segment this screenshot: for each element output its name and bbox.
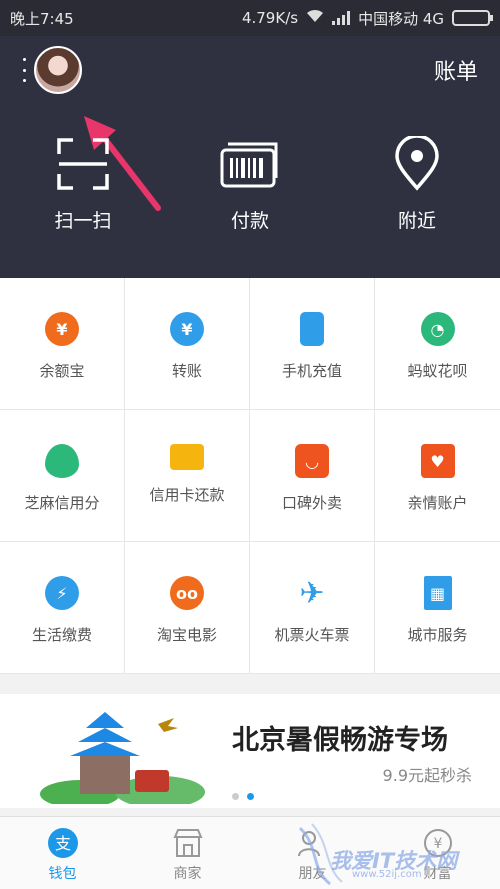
- location-pin-icon: [395, 136, 439, 191]
- airplane-icon: ✈: [299, 575, 325, 611]
- scan-button[interactable]: 扫一扫: [18, 136, 148, 233]
- utility-drop-icon: ⚡: [45, 576, 79, 610]
- grid-item-movie[interactable]: oo 淘宝电影: [125, 542, 250, 674]
- avatar[interactable]: [34, 46, 82, 94]
- city-building-icon: ▦: [423, 576, 452, 610]
- grid-item-label: 转账: [171, 362, 202, 380]
- tab-merchants[interactable]: 商家: [125, 817, 250, 889]
- carrier-label: 中国移动 4G: [358, 9, 444, 28]
- grid-item-label: 蚂蚁花呗: [407, 362, 468, 380]
- banner-pagination: [232, 793, 254, 800]
- grid-item-yuebao[interactable]: ¥ 余额宝: [0, 278, 125, 410]
- phone-icon: [300, 312, 324, 346]
- grid-item-label: 机票火车票: [274, 626, 350, 644]
- banner-title: 北京暑假畅游专场: [232, 725, 448, 756]
- tab-wallet[interactable]: 支 钱包: [0, 817, 125, 889]
- wifi-icon: [306, 9, 324, 27]
- bill-button[interactable]: 账单: [434, 54, 478, 86]
- status-bar: 晚上7:45 4.79K/s 中国移动 4G: [0, 0, 500, 36]
- family-house-icon: ♥: [420, 444, 455, 478]
- scan-label: 扫一扫: [54, 210, 112, 232]
- wallet-header: 账单 扫一扫 付款 附近: [0, 36, 500, 278]
- battery-icon: [452, 10, 493, 26]
- service-grid: ¥ 余额宝 ¥ 转账 手机充值 ◔ 蚂蚁花呗 芝麻信用分 信用卡还款 ◡ 口碑外…: [0, 278, 500, 674]
- network-speed: 4.79K/s: [241, 9, 299, 27]
- promo-banner[interactable]: 北京暑假畅游专场 9.9元起秒杀: [0, 694, 500, 808]
- transfer-icon: ¥: [170, 312, 204, 346]
- friends-icon: [297, 827, 329, 859]
- svg-text:支: 支: [54, 834, 70, 853]
- tab-label: 商家: [173, 866, 202, 882]
- tab-label: 朋友: [298, 866, 327, 882]
- scan-icon: [57, 138, 109, 190]
- grid-item-label: 亲情账户: [407, 494, 468, 512]
- grid-item-sesame-credit[interactable]: 芝麻信用分: [0, 410, 125, 542]
- grid-item-label: 信用卡还款: [149, 486, 225, 504]
- grid-item-label: 芝麻信用分: [24, 494, 100, 512]
- grid-item-koubei[interactable]: ◡ 口碑外卖: [250, 410, 375, 542]
- grid-item-label: 余额宝: [39, 362, 85, 380]
- nearby-label: 附近: [397, 210, 436, 232]
- store-icon: [172, 827, 204, 859]
- grid-item-utility[interactable]: ⚡ 生活缴费: [0, 542, 125, 674]
- pay-label: 付款: [230, 210, 269, 232]
- banner-subtitle: 9.9元起秒杀: [382, 766, 472, 785]
- grid-item-city-service[interactable]: ▦ 城市服务: [375, 542, 500, 674]
- page-dot-active[interactable]: [247, 793, 254, 800]
- grid-item-tickets[interactable]: ✈ 机票火车票: [250, 542, 375, 674]
- grid-item-huabei[interactable]: ◔ 蚂蚁花呗: [375, 278, 500, 410]
- grid-item-label: 城市服务: [407, 626, 468, 644]
- barcode-icon: [220, 142, 278, 188]
- koubei-icon: ◡: [295, 444, 329, 478]
- grid-item-family-account[interactable]: ♥ 亲情账户: [375, 410, 500, 542]
- movie-glasses-icon: oo: [170, 576, 204, 610]
- grid-item-phone-recharge[interactable]: 手机充值: [250, 278, 375, 410]
- huabei-icon: ◔: [420, 312, 455, 346]
- grid-item-transfer[interactable]: ¥ 转账: [125, 278, 250, 410]
- money-bag-icon: ¥: [45, 312, 79, 346]
- sesame-icon: [45, 444, 79, 478]
- more-menu-icon[interactable]: [16, 58, 32, 82]
- nearby-button[interactable]: 附近: [352, 136, 482, 233]
- tab-label: 钱包: [48, 866, 77, 882]
- page-dot[interactable]: [232, 793, 239, 800]
- wallet-icon: 支: [47, 827, 79, 859]
- credit-card-icon: [170, 444, 204, 470]
- grid-item-label: 手机充值: [281, 362, 342, 380]
- pay-button[interactable]: 付款: [185, 136, 315, 233]
- temple-of-heaven-illustration: [40, 712, 205, 804]
- grid-item-label: 口碑外卖: [281, 494, 342, 512]
- status-time: 晚上7:45: [10, 9, 74, 28]
- alipay-wallet-screen: 晚上7:45 4.79K/s 中国移动 4G 账单 扫一扫 付款 附近 ¥ 余额…: [0, 0, 500, 889]
- watermark-url: www.52ij.com: [352, 869, 422, 880]
- grid-item-label: 生活缴费: [31, 626, 92, 644]
- grid-item-label: 淘宝电影: [156, 626, 217, 644]
- grid-item-credit-card[interactable]: 信用卡还款: [125, 410, 250, 542]
- signal-icon: [332, 11, 351, 25]
